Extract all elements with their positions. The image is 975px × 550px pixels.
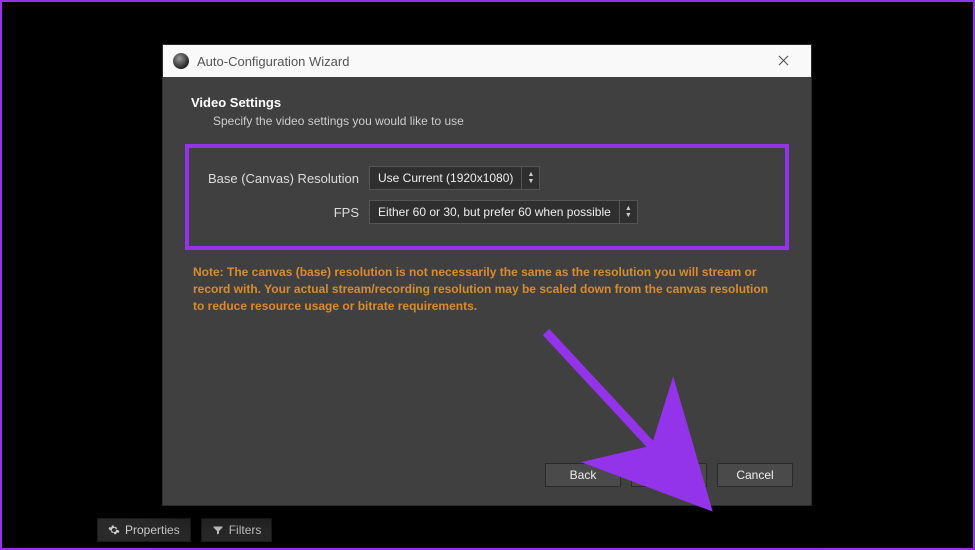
resolution-value: Use Current (1920x1080): [370, 171, 521, 185]
fps-row: FPS Either 60 or 30, but prefer 60 when …: [201, 200, 773, 224]
chevron-updown-icon: ▲▼: [521, 167, 539, 189]
section-subheading: Specify the video settings you would lik…: [213, 114, 783, 128]
next-button[interactable]: Next: [631, 463, 707, 487]
auto-config-wizard-dialog: Auto-Configuration Wizard Video Settings…: [162, 44, 812, 506]
highlight-annotation: Base (Canvas) Resolution Use Current (19…: [185, 144, 789, 250]
gear-icon: [108, 524, 120, 536]
cancel-button[interactable]: Cancel: [717, 463, 793, 487]
dialog-body: Video Settings Specify the video setting…: [163, 77, 811, 455]
dialog-footer: Back Next Cancel: [163, 455, 811, 505]
dialog-title: Auto-Configuration Wizard: [197, 54, 349, 69]
resolution-select[interactable]: Use Current (1920x1080) ▲▼: [369, 166, 540, 190]
back-button[interactable]: Back: [545, 463, 621, 487]
filters-button[interactable]: Filters: [201, 518, 273, 542]
titlebar: Auto-Configuration Wizard: [163, 45, 811, 77]
close-icon: [778, 55, 789, 66]
bottom-toolbar: Properties Filters: [97, 518, 272, 542]
close-button[interactable]: [765, 53, 801, 69]
chevron-updown-icon: ▲▼: [619, 201, 637, 223]
properties-button[interactable]: Properties: [97, 518, 191, 542]
filters-label: Filters: [229, 523, 262, 537]
resolution-row: Base (Canvas) Resolution Use Current (19…: [201, 166, 773, 190]
properties-label: Properties: [125, 523, 180, 537]
obs-icon: [173, 53, 189, 69]
fps-select[interactable]: Either 60 or 30, but prefer 60 when poss…: [369, 200, 638, 224]
resolution-label: Base (Canvas) Resolution: [201, 171, 369, 186]
note-text: Note: The canvas (base) resolution is no…: [191, 264, 783, 314]
filters-icon: [212, 524, 224, 536]
section-heading: Video Settings: [191, 95, 783, 110]
fps-value: Either 60 or 30, but prefer 60 when poss…: [370, 205, 619, 219]
fps-label: FPS: [201, 205, 369, 220]
